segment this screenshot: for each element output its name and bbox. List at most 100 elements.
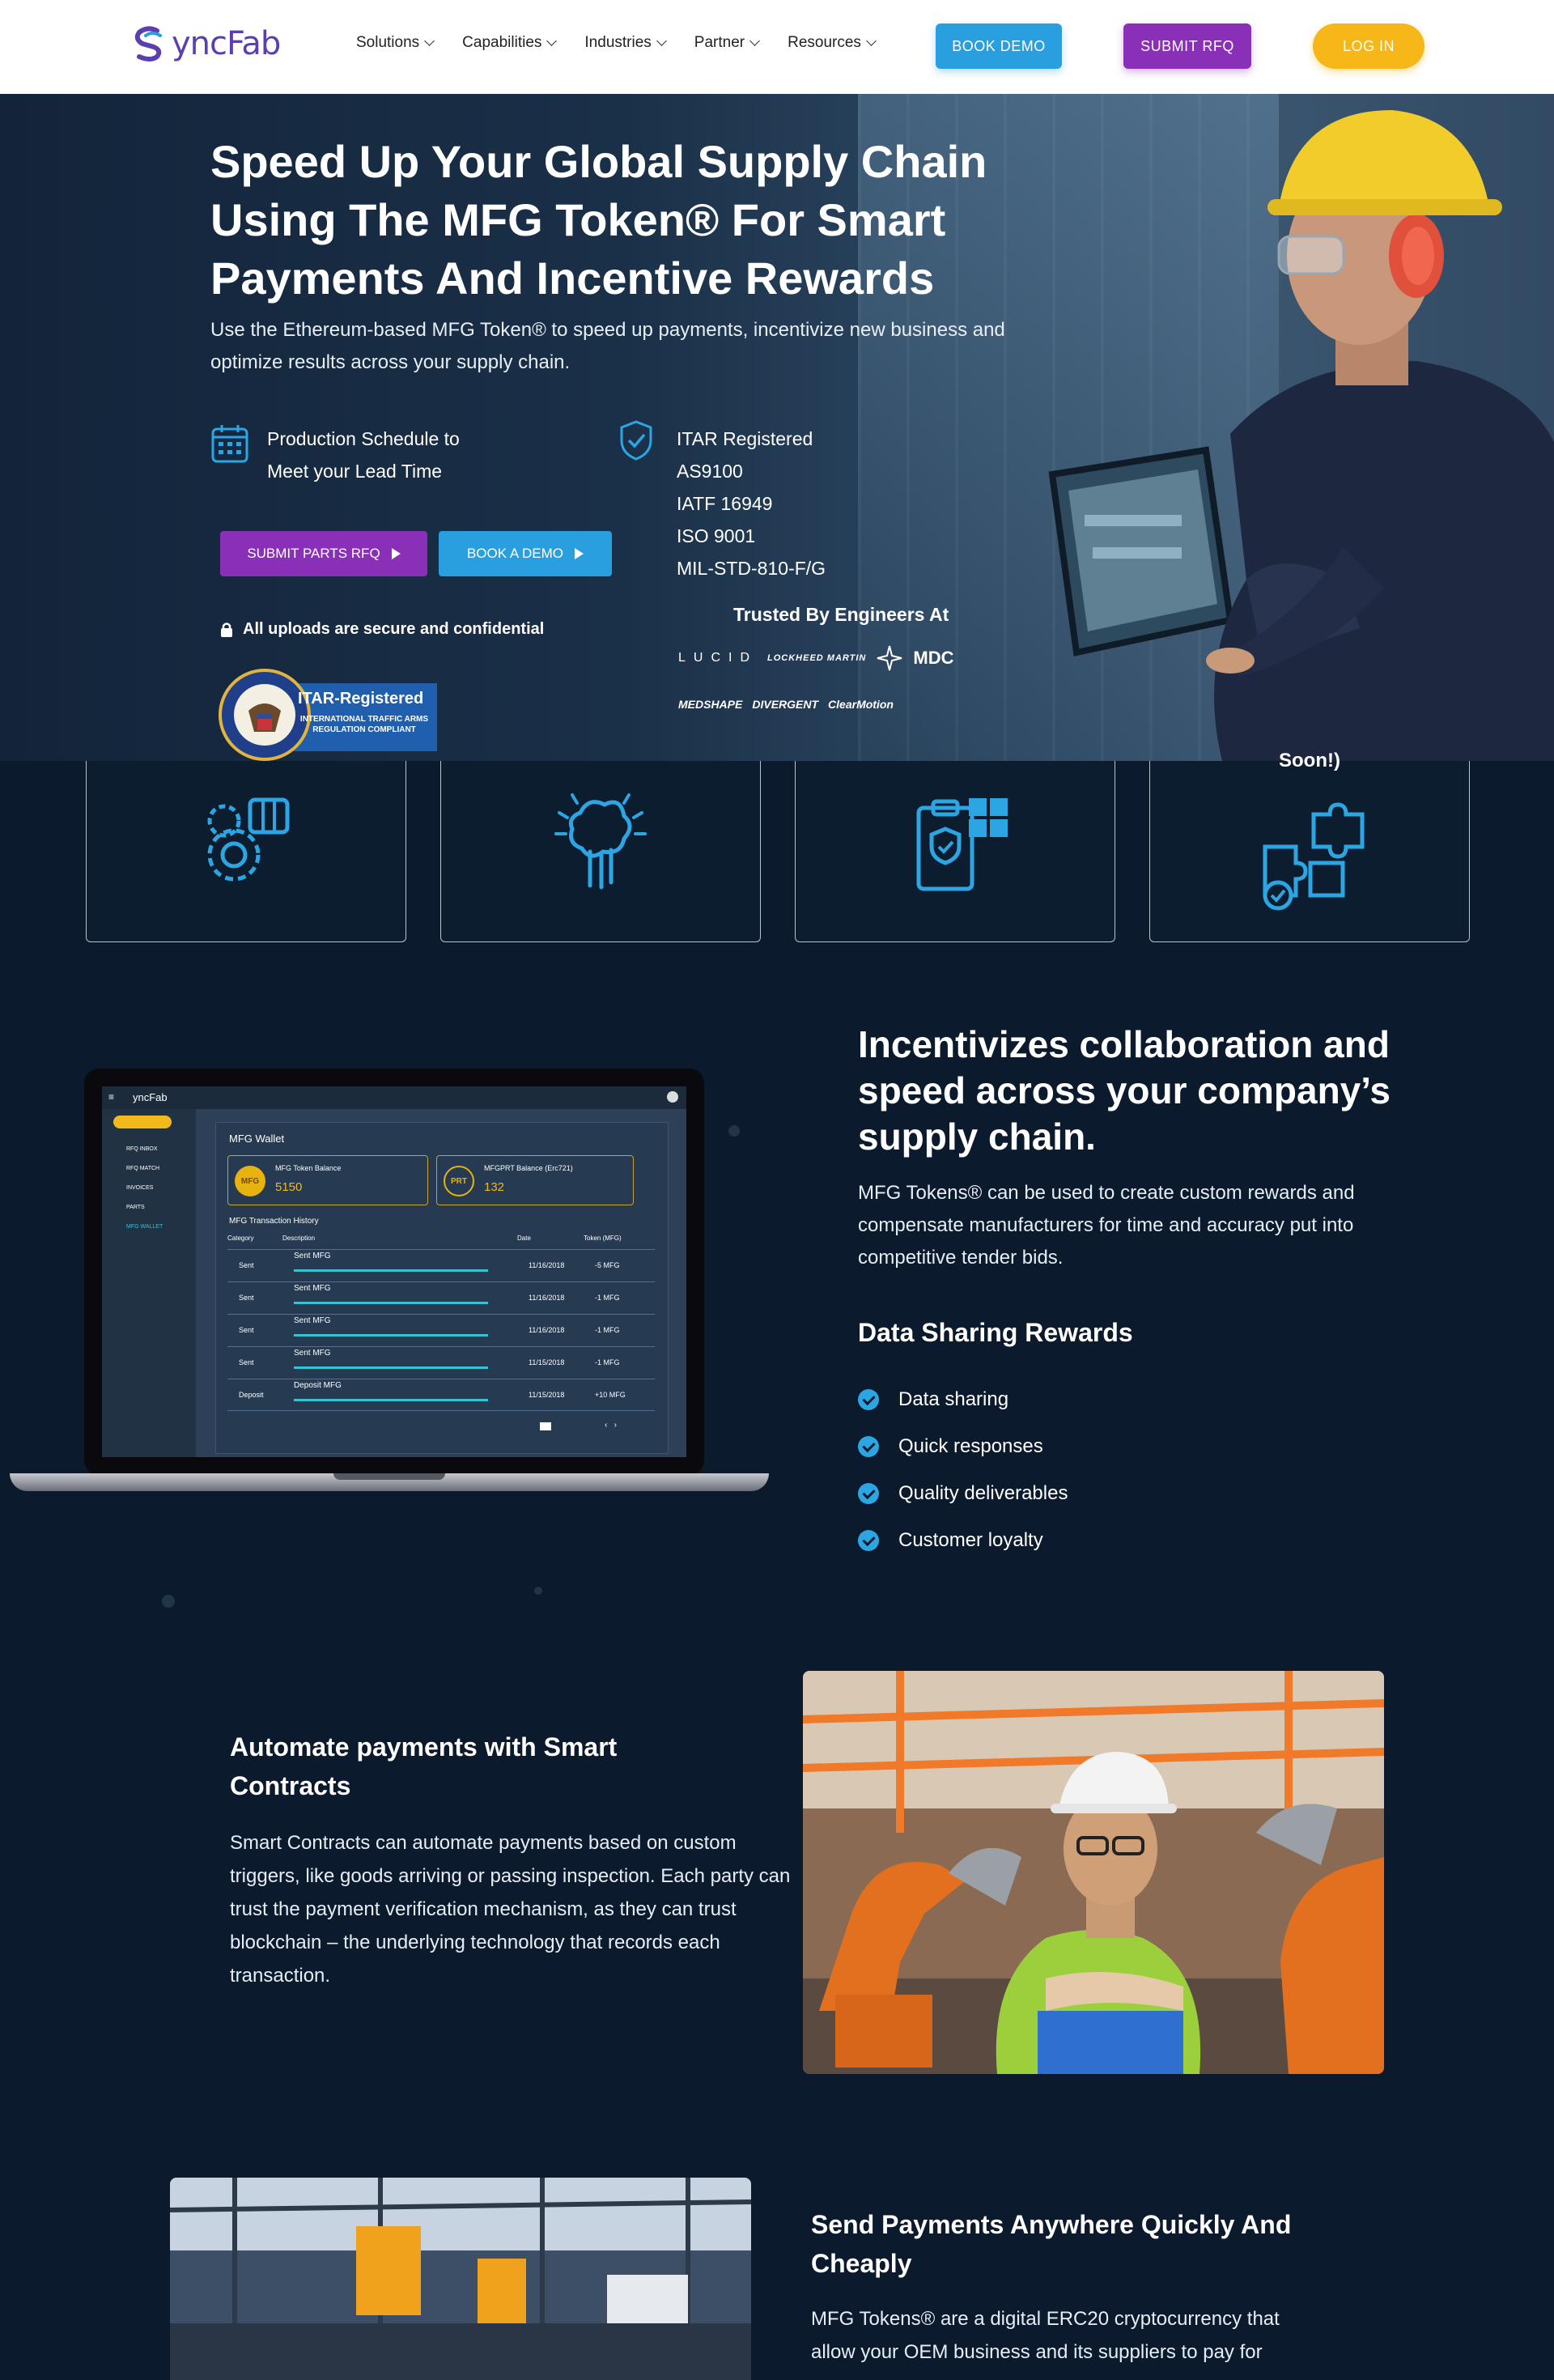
clipboard-shield-icon [916,798,1008,891]
prt-balance-card: PRT MFGPRT Balance (Erc721) 132 [436,1155,634,1205]
sidebar-item-mfg-wallet[interactable]: MFG WALLET [126,1224,163,1230]
rows-per-page-select[interactable] [540,1422,551,1430]
wallet-panel: MFG Wallet MFG MFG Token Balance 5150 PR… [215,1122,669,1454]
feature-card[interactable]: Soon!) [1149,750,1470,942]
reward-label: Quality deliverables [898,1482,1068,1504]
logo-text: yncFab [172,25,281,62]
trusted-by-heading: Trusted By Engineers At [733,604,949,625]
chevron-down-icon [424,36,435,46]
certification-item: ITAR Registered [677,428,813,449]
transaction-history-title: MFG Transaction History [229,1217,319,1226]
chevron-down-icon [749,36,760,46]
prt-balance-label: MFGPRT Balance (Erc721) [484,1164,573,1172]
calendar-icon [211,425,248,463]
wallet-title: MFG Wallet [229,1133,285,1145]
tx-amount: -1 MFG [595,1326,620,1334]
token-balance-card: MFG MFG Token Balance 5150 [227,1155,428,1205]
menu-solutions[interactable]: Solutions [356,34,435,52]
button-label: SUBMIT PARTS RFQ [247,546,380,561]
mdc-star-icon [877,645,902,671]
table-row[interactable]: Sent Sent MFG 11/16/2018 -1 MFG [227,1281,655,1314]
lucid-logo: LUCID [678,651,758,665]
list-item: Quality deliverables [858,1470,1068,1517]
gear-machine-icon [207,797,290,882]
tx-date: 11/15/2018 [529,1391,565,1399]
customer-logos-row: LUCID LOCKHEED MARTIN MDC [678,644,953,672]
department-of-state-seal-icon [219,669,311,761]
top-navbar: yncFab Solutions Capabilities Industries… [0,0,1554,94]
button-label: BOOK A DEMO [466,546,564,561]
chevron-down-icon [866,36,877,46]
syncfab-logo[interactable]: yncFab [128,23,281,65]
menu-resources[interactable]: Resources [788,34,877,52]
sidebar-item-invoices[interactable]: INVOICES [126,1185,153,1191]
login-button[interactable]: LOG IN [1313,23,1424,69]
menu-label: Industries [584,34,652,51]
sidebar-item-rfq-match[interactable]: RFQ MATCH [126,1166,159,1171]
tx-category: Sent [239,1358,254,1366]
wallet-sidebar: RFQ INBOX RFQ MATCH INVOICES PARTS MFG W… [102,1109,196,1457]
chevron-down-icon [546,36,558,46]
hero-subtitle: Use the Ethereum-based MFG Token® to spe… [210,319,1005,373]
sidebar-item-rfq-inbox[interactable]: RFQ INBOX [126,1146,158,1152]
tx-description: Deposit MFG [294,1381,342,1390]
tx-address [294,1334,488,1337]
menu-capabilities[interactable]: Capabilities [462,34,558,52]
syncfab-logo-icon [134,26,162,62]
reward-label: Data sharing [898,1388,1009,1410]
tx-date: 11/15/2018 [529,1358,565,1366]
tx-description: Sent MFG [294,1349,331,1358]
secure-note-text: All uploads are secure and confidential [243,620,545,638]
submit-rfq-button[interactable]: SUBMIT RFQ [1123,23,1251,69]
tx-amount: -1 MFG [595,1358,620,1366]
table-row[interactable]: Sent Sent MFG 11/16/2018 -5 MFG [227,1249,655,1281]
reward-label: Customer loyalty [898,1529,1043,1551]
secure-uploads-note: All uploads are secure and confidential [220,620,544,639]
prt-balance-value: 132 [484,1180,505,1194]
certification-item: AS9100 [677,461,743,482]
data-sharing-rewards-heading: Data Sharing Rewards [858,1318,1133,1347]
tx-category: Sent [239,1294,254,1302]
book-a-demo-button[interactable]: BOOK A DEMO [439,531,612,576]
itar-registered-badge: ITAR-Registered INTERNATIONAL TRAFFIC AR… [219,669,437,761]
sidebar-item-parts[interactable]: PARTS [126,1205,145,1210]
menu-label: Capabilities [462,34,542,51]
background-bokeh [162,1595,175,1608]
check-circle-icon [858,1530,879,1551]
table-row[interactable]: Sent Sent MFG 11/15/2018 -1 MFG [227,1346,655,1379]
send-payments-body: MFG Tokens® are a digital ERC20 cryptocu… [811,2308,1280,2363]
brain-hand-icon [554,793,647,890]
wallet-app-screen: ≡ yncFab RFQ INBOX RFQ MATCH INVOICES PA… [102,1086,686,1457]
menu-label: Resources [788,34,861,51]
table-row[interactable]: Sent Sent MFG 11/16/2018 -1 MFG [227,1314,655,1346]
sidebar-pill-button[interactable] [113,1116,172,1128]
list-item: Data sharing [858,1376,1068,1423]
tx-category: Deposit [239,1391,264,1399]
user-avatar-icon[interactable] [667,1091,678,1103]
submit-parts-rfq-button[interactable]: SUBMIT PARTS RFQ [220,531,427,576]
check-circle-icon [858,1483,879,1504]
book-demo-button[interactable]: BOOK DEMO [936,23,1062,69]
incentivizes-heading: Incentivizes collaboration and speed acr… [858,1023,1391,1158]
lock-icon [221,622,232,637]
pagination-arrows-icon[interactable]: ‹ › [605,1421,617,1430]
feature-cards-row: Soon!) [86,750,1470,942]
check-circle-icon [858,1389,879,1410]
shield-check-icon [620,420,652,461]
feature-card[interactable] [795,761,1115,942]
menu-partner[interactable]: Partner [694,34,760,52]
play-arrow-icon [575,548,584,559]
feature-card[interactable] [86,761,406,942]
clearmotion-logo: ClearMotion [828,698,894,711]
table-row[interactable]: Deposit Deposit MFG 11/15/2018 +10 MFG [227,1379,655,1411]
certifications-list: ITAR Registered AS9100 IATF 16949 ISO 90… [677,423,826,584]
feature-card[interactable] [440,761,761,942]
tx-address [294,1366,488,1369]
menu-industries[interactable]: Industries [584,34,667,52]
wallet-app-logo: yncFab [133,1091,168,1103]
tx-date: 11/16/2018 [529,1294,565,1302]
tx-date: 11/16/2018 [529,1261,565,1269]
prt-coin-icon: PRT [444,1166,474,1196]
menu-label: Partner [694,34,745,51]
certification-item: MIL-STD-810-F/G [677,558,826,579]
